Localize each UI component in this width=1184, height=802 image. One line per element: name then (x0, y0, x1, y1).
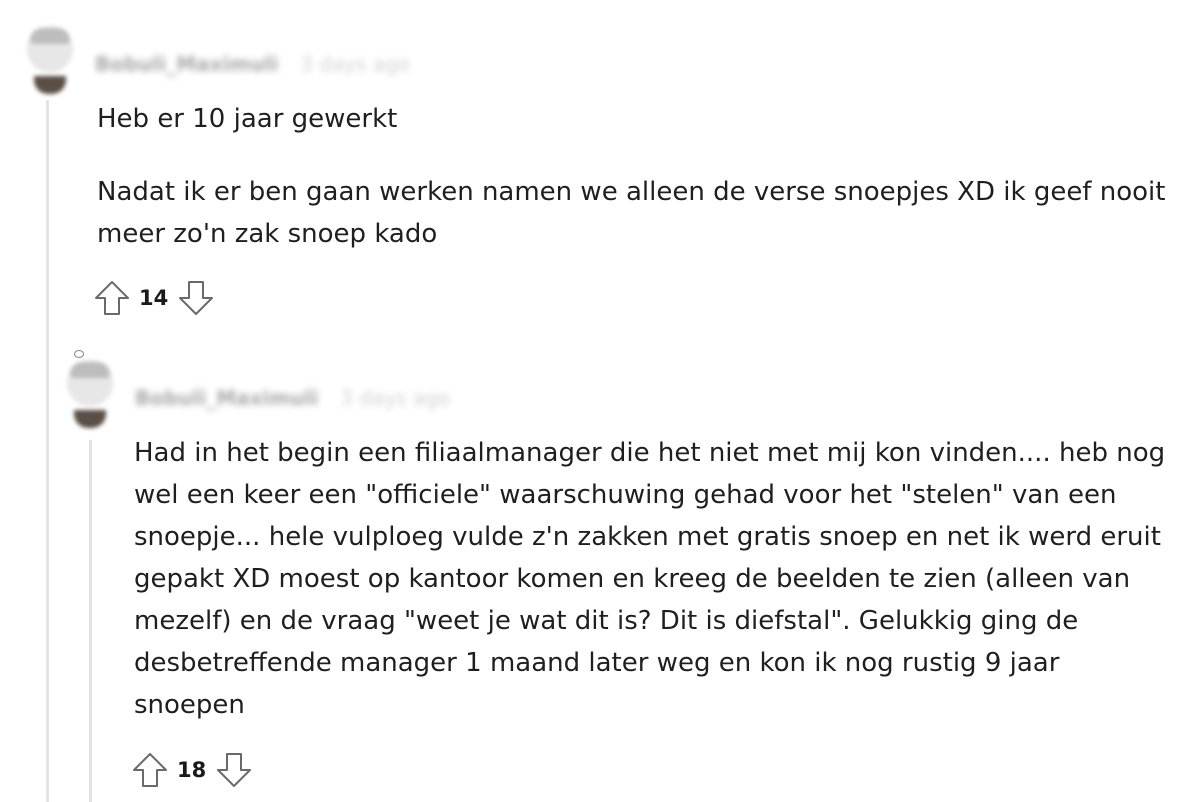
upvote-icon[interactable] (131, 751, 169, 789)
avatar[interactable] (22, 24, 78, 96)
thread-line-nested[interactable] (89, 440, 92, 802)
timestamp[interactable]: 3 days ago (300, 52, 410, 76)
username[interactable]: Bobuli_Maximuli (135, 386, 318, 410)
vote-count: 14 (139, 286, 169, 310)
comment-paragraph: Nadat ik er ben gaan werken namen we all… (97, 177, 1166, 249)
username[interactable]: Bobuli_Maximuli (95, 52, 278, 76)
downvote-icon[interactable] (215, 751, 253, 789)
vote-count: 18 (177, 758, 207, 782)
comment-body: Heb er 10 jaar gewerkt Nadat ik er ben g… (97, 98, 1177, 255)
comment-paragraph: Heb er 10 jaar gewerkt (97, 104, 398, 134)
timestamp[interactable]: 3 days ago (340, 386, 450, 410)
vote-row: 14 (93, 279, 215, 317)
thread-line[interactable] (46, 100, 49, 802)
comment-meta: Bobuli_Maximuli 3 days ago (135, 386, 450, 410)
downvote-icon[interactable] (177, 279, 215, 317)
comment-body: Had in het begin een filiaalmanager die … (134, 432, 1174, 726)
comment-meta: Bobuli_Maximuli 3 days ago (95, 52, 410, 76)
comment-paragraph: Had in het begin een filiaalmanager die … (134, 438, 1166, 720)
vote-row: 18 (131, 751, 253, 789)
upvote-icon[interactable] (93, 279, 131, 317)
avatar[interactable] (62, 358, 118, 430)
collapse-toggle-icon[interactable] (74, 350, 84, 358)
